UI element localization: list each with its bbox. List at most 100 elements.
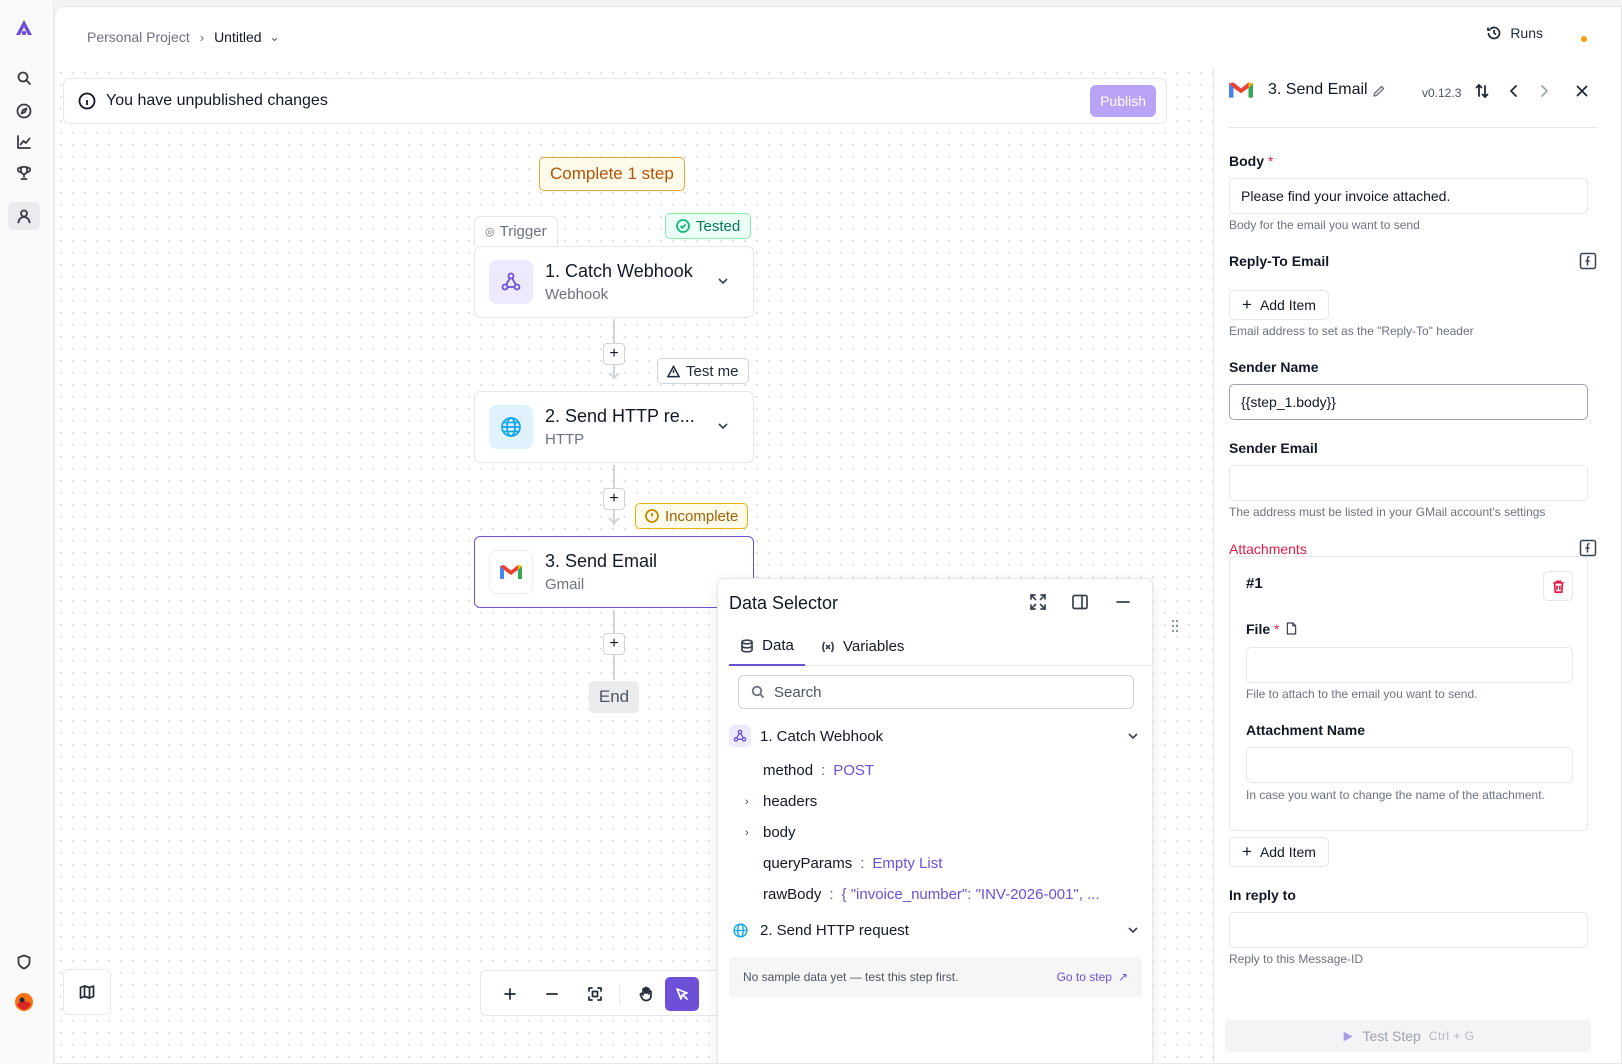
pencil-icon[interactable] bbox=[1372, 84, 1386, 98]
complete-steps-badge[interactable]: Complete 1 step bbox=[539, 157, 685, 191]
row-value: Empty List bbox=[872, 855, 943, 872]
fit-view-button[interactable] bbox=[578, 977, 612, 1011]
in-reply-to-hint: Reply to this Message-ID bbox=[1229, 952, 1364, 966]
dock-icon[interactable] bbox=[1071, 593, 1091, 613]
chevron-down-icon[interactable] bbox=[1127, 924, 1139, 936]
search-icon[interactable] bbox=[8, 64, 40, 92]
flow-canvas[interactable]: You have unpublished changes Publish Com… bbox=[55, 67, 1213, 1063]
test-step-label: Test Step bbox=[1362, 1028, 1421, 1044]
zoom-out-button[interactable] bbox=[535, 977, 569, 1011]
runs-label: Runs bbox=[1510, 25, 1543, 41]
pan-mode-button[interactable] bbox=[629, 977, 663, 1011]
incomplete-badge: Incomplete bbox=[635, 503, 749, 529]
data-row-headers[interactable]: › headers bbox=[745, 793, 817, 810]
in-reply-to-input[interactable] bbox=[1229, 912, 1588, 948]
group-send-http[interactable]: 2. Send HTTP request bbox=[729, 916, 1143, 944]
data-row-body[interactable]: › body bbox=[745, 824, 796, 841]
zoom-in-button[interactable] bbox=[493, 977, 527, 1011]
breadcrumb-flow[interactable]: Untitled bbox=[214, 29, 261, 45]
body-label: Body * bbox=[1229, 153, 1273, 169]
row-value: POST bbox=[833, 762, 875, 779]
data-row-queryparams[interactable]: queryParams: Empty List bbox=[763, 855, 942, 872]
attachment-item: #1 File * File to attach to the email yo… bbox=[1229, 556, 1588, 831]
row-colon: : bbox=[821, 762, 826, 779]
chevron-down-icon[interactable] bbox=[717, 420, 729, 432]
add-step-button[interactable]: + bbox=[603, 488, 625, 510]
body-input[interactable]: Please find your invoice attached. bbox=[1229, 178, 1588, 214]
row-value: { "invoice_number": "INV-2026-001", ... bbox=[841, 886, 1100, 903]
data-search-input[interactable] bbox=[774, 683, 1114, 701]
group-catch-webhook[interactable]: 1. Catch Webhook bbox=[729, 722, 1143, 750]
chevron-down-icon[interactable] bbox=[1127, 730, 1139, 742]
sender-email-label: Sender Email bbox=[1229, 440, 1318, 456]
sender-email-input[interactable] bbox=[1229, 465, 1588, 501]
go-to-step-link[interactable]: Go to step ↗ bbox=[1057, 970, 1128, 984]
add-step-button[interactable]: + bbox=[603, 343, 625, 365]
attachments-label: Attachments bbox=[1229, 541, 1307, 557]
step-subtitle: Gmail bbox=[545, 576, 585, 593]
trophy-icon[interactable] bbox=[8, 159, 40, 187]
chevron-right-icon[interactable]: › bbox=[745, 827, 749, 839]
avatar[interactable] bbox=[8, 988, 40, 1016]
version-label[interactable]: v0.12.3 bbox=[1422, 86, 1461, 100]
runs-button[interactable]: Runs bbox=[1486, 25, 1543, 41]
step-title: 1. Catch Webhook bbox=[545, 261, 693, 281]
dynamic-value-toggle-icon[interactable] bbox=[1579, 252, 1597, 270]
expand-icon[interactable] bbox=[1029, 593, 1049, 613]
no-sample-notice: No sample data yet — test this step firs… bbox=[729, 957, 1142, 997]
user-icon[interactable] bbox=[8, 202, 40, 230]
unpublished-banner: You have unpublished changes Publish bbox=[63, 78, 1167, 124]
add-item-label: Add Item bbox=[1259, 297, 1316, 313]
chevron-down-icon[interactable]: ⌄ bbox=[270, 30, 280, 44]
attachment-name-label: Attachment Name bbox=[1246, 722, 1366, 738]
step-subtitle: Webhook bbox=[545, 286, 609, 303]
breadcrumb-project[interactable]: Personal Project bbox=[87, 29, 190, 45]
dynamic-value-toggle-icon[interactable] bbox=[1579, 539, 1597, 557]
attachment-name-input[interactable] bbox=[1246, 747, 1573, 783]
close-icon[interactable] bbox=[1574, 83, 1590, 99]
plus-icon: + bbox=[1242, 842, 1252, 861]
chart-icon[interactable] bbox=[8, 128, 40, 156]
attachment-name-hint: In case you want to change the name of t… bbox=[1246, 788, 1545, 802]
chevron-left-icon[interactable] bbox=[1506, 83, 1522, 99]
sender-name-input[interactable]: {{step_1.body}} bbox=[1229, 384, 1588, 420]
chevron-down-icon[interactable] bbox=[717, 275, 729, 287]
select-mode-button[interactable] bbox=[665, 977, 699, 1011]
test-me-badge[interactable]: Test me bbox=[657, 358, 749, 384]
webhook-icon bbox=[489, 260, 533, 304]
compass-icon[interactable] bbox=[8, 97, 40, 125]
step-catch-webhook[interactable]: 1. Catch Webhook Webhook bbox=[474, 246, 754, 318]
tab-data[interactable]: Data bbox=[729, 627, 805, 666]
arrow-up-right-icon: ↗ bbox=[1117, 970, 1128, 984]
step-send-http[interactable]: 2. Send HTTP re... HTTP bbox=[474, 391, 754, 463]
file-label-text: File bbox=[1246, 621, 1271, 637]
step-title: 2. Send HTTP re... bbox=[545, 406, 695, 426]
panel-title[interactable]: 3. Send Email bbox=[1268, 81, 1368, 99]
body-hint: Body for the email you want to send bbox=[1229, 218, 1420, 232]
minimize-icon[interactable] bbox=[1114, 593, 1134, 613]
data-search-box[interactable] bbox=[738, 675, 1134, 709]
trash-icon bbox=[1552, 580, 1564, 593]
tab-variables[interactable]: Variables bbox=[821, 627, 904, 666]
add-step-button[interactable]: + bbox=[603, 633, 625, 655]
add-attachment-button[interactable]: + Add Item bbox=[1229, 837, 1329, 867]
publish-button[interactable]: Publish bbox=[1090, 85, 1156, 117]
gmail-icon bbox=[1229, 82, 1253, 98]
app-logo-icon[interactable] bbox=[8, 14, 40, 42]
chevron-right-icon[interactable] bbox=[1536, 83, 1552, 99]
add-reply-to-button[interactable]: + Add Item bbox=[1229, 290, 1329, 320]
minimap-button[interactable] bbox=[63, 969, 111, 1015]
drag-handle-icon[interactable] bbox=[1171, 619, 1179, 633]
alert-circle-icon bbox=[645, 509, 659, 523]
file-input[interactable] bbox=[1246, 647, 1573, 683]
swap-vertical-icon[interactable] bbox=[1474, 83, 1490, 99]
test-step-button[interactable]: Test Step Ctrl + G bbox=[1225, 1020, 1591, 1052]
in-reply-to-label: In reply to bbox=[1229, 887, 1296, 903]
delete-attachment-button[interactable] bbox=[1543, 571, 1573, 601]
data-row-rawbody[interactable]: rawBody: { "invoice_number": "INV-2026-00… bbox=[763, 886, 1100, 903]
data-row-method[interactable]: method: POST bbox=[763, 762, 874, 779]
shield-icon[interactable] bbox=[8, 948, 40, 976]
required-mark: * bbox=[1274, 621, 1280, 637]
chevron-right-icon[interactable]: › bbox=[745, 796, 749, 808]
step-send-email[interactable]: 3. Send Email Gmail bbox=[474, 536, 754, 608]
